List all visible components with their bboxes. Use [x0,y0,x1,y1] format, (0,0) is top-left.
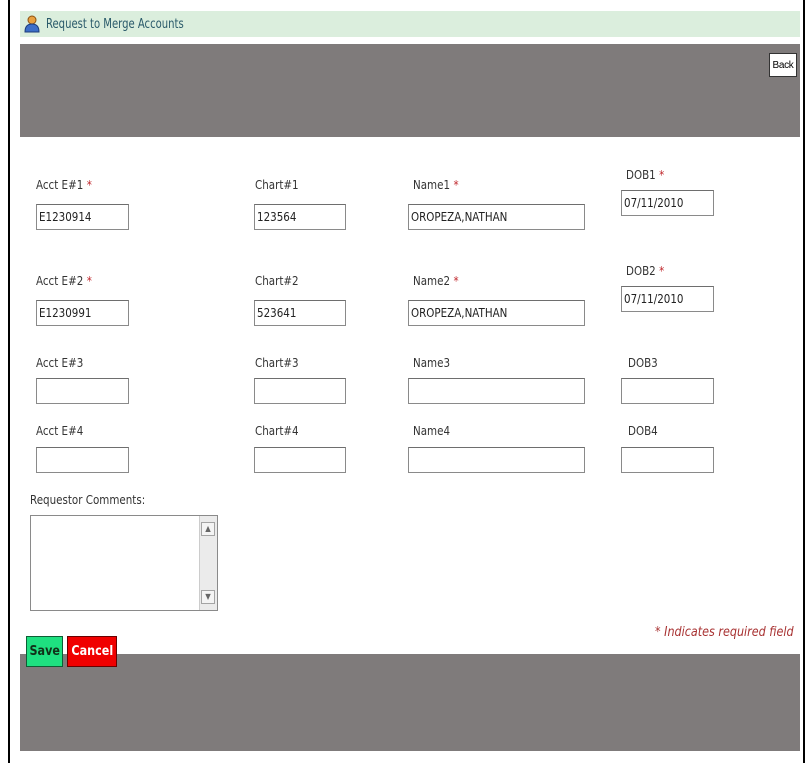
acct-label-1: Acct E#1 * [36,178,92,192]
user-icon [24,15,40,33]
acct-input-1[interactable]: E1230914 [36,204,129,230]
chart-input-4[interactable] [254,447,346,473]
acct-label-3: Acct E#3 [36,356,84,370]
dob-input-2[interactable]: 07/11/2010 [621,286,714,312]
name-label-3: Name3 [413,356,451,370]
dob-input-3[interactable] [621,378,714,404]
name-input-3[interactable] [408,378,585,404]
cancel-button[interactable]: Cancel [67,636,117,667]
dob-input-4[interactable] [621,447,714,473]
chart-input-3[interactable] [254,378,346,404]
name-input-2[interactable]: OROPEZA,NATHAN [408,300,585,326]
chart-input-1[interactable]: 123564 [254,204,346,230]
back-button[interactable]: Back [769,53,797,77]
header-band: Back [20,44,800,137]
dob-label-2: DOB2 * [626,264,665,278]
dob-label-1: DOB1 * [626,168,665,182]
name-input-4[interactable] [408,447,585,473]
dob-label-3: DOB3 [628,356,658,370]
page-title: Request to Merge Accounts [46,16,184,32]
acct-input-3[interactable] [36,378,129,404]
title-bar: Request to Merge Accounts [20,9,800,37]
chart-input-2[interactable]: 523641 [254,300,346,326]
name-label-2: Name2 * [413,274,459,288]
name-label-4: Name4 [413,424,451,438]
name-input-1[interactable]: OROPEZA,NATHAN [408,204,585,230]
save-button[interactable]: Save [26,636,63,667]
acct-input-2[interactable]: E1230991 [36,300,129,326]
dob-label-4: DOB4 [628,424,658,438]
chart-label-4: Chart#4 [255,424,299,438]
arrow-up-icon[interactable]: ▲ [201,522,215,536]
comments-textarea[interactable]: ▲ ▼ [30,515,218,611]
footer-band [20,654,800,751]
dob-input-1[interactable]: 07/11/2010 [621,190,714,216]
chart-label-3: Chart#3 [255,356,299,370]
required-field-note: * Indicates required field [655,625,794,640]
name-label-1: Name1 * [413,178,459,192]
arrow-down-icon[interactable]: ▼ [201,590,215,604]
comments-label: Requestor Comments: [30,493,146,507]
acct-input-4[interactable] [36,447,129,473]
chart-label-2: Chart#2 [255,274,299,288]
acct-label-4: Acct E#4 [36,424,84,438]
comments-scrollbar[interactable]: ▲ ▼ [199,516,217,610]
acct-label-2: Acct E#2 * [36,274,92,288]
chart-label-1: Chart#1 [255,178,299,192]
